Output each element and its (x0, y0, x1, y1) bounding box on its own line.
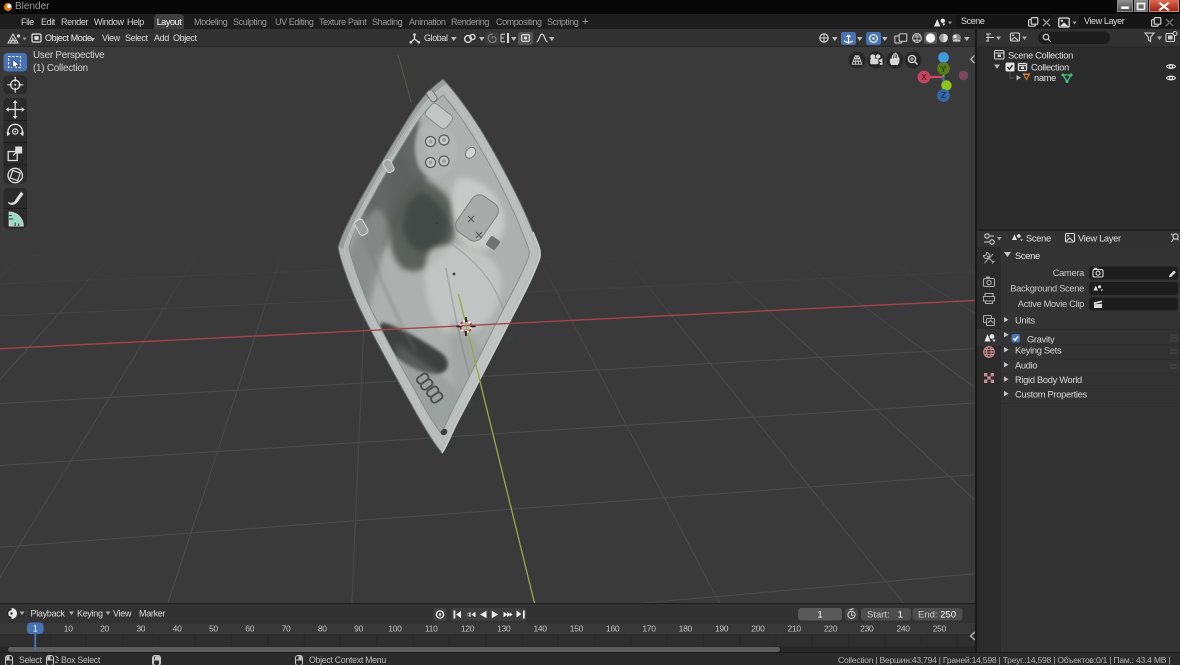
svg-text:Rigid Body World: Rigid Body World (1015, 375, 1082, 385)
svg-text:70: 70 (282, 624, 291, 634)
svg-text:120: 120 (461, 624, 475, 634)
svg-text:name: name (1034, 73, 1056, 83)
svg-text:100: 100 (388, 624, 402, 634)
svg-text:Z: Z (941, 91, 946, 100)
svg-text:Keying: Keying (77, 609, 103, 619)
svg-text:Background Scene: Background Scene (1010, 284, 1084, 294)
svg-text:250: 250 (933, 624, 947, 634)
svg-text:Active Movie Clip: Active Movie Clip (1018, 299, 1084, 309)
svg-text:1: 1 (33, 624, 38, 634)
svg-text:User Perspective: User Perspective (33, 50, 105, 61)
svg-text:220: 220 (824, 624, 838, 634)
svg-text:90: 90 (354, 624, 363, 634)
svg-text:Keying Sets: Keying Sets (1015, 346, 1062, 356)
svg-text:160: 160 (606, 624, 620, 634)
svg-text:170: 170 (642, 624, 656, 634)
svg-text:60: 60 (245, 624, 254, 634)
svg-text:210: 210 (788, 624, 802, 634)
svg-text:130: 130 (497, 624, 511, 634)
svg-text:1: 1 (898, 610, 903, 621)
svg-text:End:: End: (918, 610, 938, 621)
svg-text:1: 1 (817, 610, 822, 621)
svg-text:(1) Collection: (1) Collection (33, 63, 88, 74)
svg-text:View Layer: View Layer (1078, 234, 1121, 244)
svg-text:80: 80 (318, 624, 327, 634)
svg-text:200: 200 (751, 624, 765, 634)
svg-text:140: 140 (533, 624, 547, 634)
svg-text:X: X (921, 73, 927, 82)
svg-text:110: 110 (425, 624, 438, 634)
svg-text:250: 250 (940, 610, 956, 621)
svg-text:Marker: Marker (139, 609, 166, 619)
svg-text:Scene Collection: Scene Collection (1008, 51, 1073, 61)
svg-text:150: 150 (570, 624, 584, 634)
svg-text:Playback: Playback (31, 609, 66, 619)
svg-text:Custom Properties: Custom Properties (1015, 390, 1088, 400)
svg-text:20: 20 (100, 624, 109, 634)
svg-text:Camera: Camera (1053, 268, 1085, 278)
svg-text:Scene: Scene (1015, 251, 1040, 261)
svg-text:Units: Units (1015, 316, 1035, 326)
svg-text:50: 50 (209, 624, 218, 634)
svg-text:Audio: Audio (1015, 361, 1037, 371)
svg-text:180: 180 (679, 624, 693, 634)
svg-text:Gravity: Gravity (1027, 335, 1055, 345)
svg-text:View: View (113, 609, 132, 619)
svg-text:40: 40 (173, 624, 182, 634)
svg-text:Scene: Scene (1026, 234, 1051, 244)
svg-text:Y: Y (941, 65, 947, 74)
svg-text:30: 30 (136, 624, 145, 634)
svg-text:230: 230 (860, 624, 874, 634)
svg-text:Collection: Collection (1031, 63, 1069, 73)
svg-text:240: 240 (896, 624, 910, 634)
svg-text:Start:: Start: (867, 610, 890, 621)
svg-text:10: 10 (64, 624, 73, 634)
svg-text:190: 190 (715, 624, 729, 634)
